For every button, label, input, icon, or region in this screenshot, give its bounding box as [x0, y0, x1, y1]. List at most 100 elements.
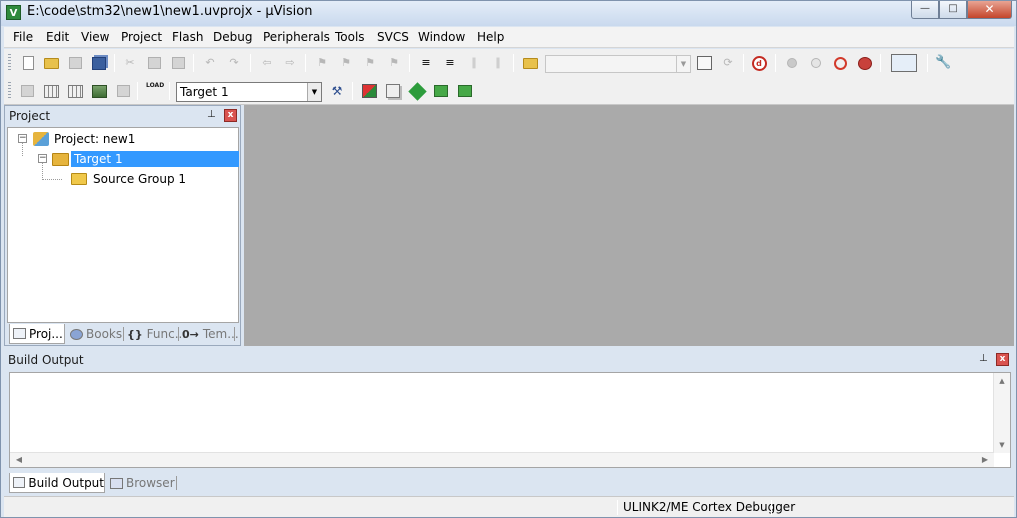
close-icon[interactable]: x: [996, 353, 1009, 366]
project-tree: − Project: new1 − Target 1 Source Group …: [7, 127, 239, 323]
build-output-title: Build Output: [8, 353, 84, 367]
debug-session-icon[interactable]: d: [750, 54, 768, 72]
bookmark-clear-icon[interactable]: ⚑: [385, 54, 403, 72]
horizontal-scrollbar[interactable]: ◀ ▶: [10, 452, 994, 467]
chevron-down-icon[interactable]: ▼: [307, 83, 321, 101]
toolbar-grip[interactable]: [8, 54, 11, 72]
vertical-scrollbar[interactable]: ▲ ▼: [993, 373, 1010, 453]
breakpoint-disable-icon[interactable]: [831, 54, 849, 72]
scroll-right-icon[interactable]: ▶: [977, 453, 993, 467]
comment-icon[interactable]: ∥: [465, 54, 483, 72]
pin-icon[interactable]: ⊥: [979, 353, 988, 364]
uvision-app-icon[interactable]: V: [6, 5, 21, 20]
status-bar: ULINK2/ME Cortex Debugger: [4, 496, 1014, 517]
window-view-icon[interactable]: [886, 52, 922, 74]
toolbar-grip[interactable]: [8, 82, 11, 100]
tree-connector: [22, 142, 23, 156]
tree-expander[interactable]: −: [18, 134, 27, 143]
toolbar-separator: [137, 82, 138, 100]
stop-build-icon[interactable]: [114, 82, 132, 100]
configure-icon[interactable]: 🔧: [933, 54, 951, 72]
build-output-text[interactable]: ▲ ▼ ◀ ▶: [9, 372, 1011, 468]
select-device-icon[interactable]: [456, 82, 474, 100]
new-file-icon[interactable]: [19, 54, 37, 72]
uncomment-icon[interactable]: ∥: [489, 54, 507, 72]
bookmark-prev-icon[interactable]: ⚑: [337, 54, 355, 72]
menu-peripherals[interactable]: Peripherals: [263, 30, 330, 44]
find-in-files-icon[interactable]: [521, 54, 539, 72]
rebuild-icon[interactable]: [66, 82, 84, 100]
bookmark-next-icon[interactable]: ⚑: [361, 54, 379, 72]
build-output-tabs: Build Output Browser: [9, 473, 1011, 493]
pack-installer-icon[interactable]: [432, 82, 450, 100]
maximize-button[interactable]: □: [939, 1, 967, 19]
nav-forward-icon[interactable]: ⇨: [281, 54, 299, 72]
pin-icon[interactable]: ⊥: [207, 109, 216, 120]
tree-item-source-group[interactable]: Source Group 1: [71, 170, 186, 188]
breakpoint-enable-icon[interactable]: [807, 54, 825, 72]
copy-icon[interactable]: [145, 54, 163, 72]
target-options-icon[interactable]: ⚒: [328, 82, 346, 100]
toolbar-separator: [775, 54, 776, 72]
nav-back-icon[interactable]: ⇦: [258, 54, 276, 72]
scroll-up-icon[interactable]: ▲: [994, 374, 1010, 388]
target-select[interactable]: Target 1 ▼: [176, 82, 322, 102]
unindent-icon[interactable]: ≡: [441, 54, 459, 72]
close-button[interactable]: ✕: [967, 1, 1012, 19]
functions-tab-icon: {}: [127, 327, 143, 341]
redo-icon[interactable]: ↷: [225, 54, 243, 72]
file-toolbar: ✂ ↶ ↷ ⇦ ⇨ ⚑ ⚑ ⚑ ⚑ ≡ ≡ ∥ ∥ ▼ ⟳ d 🔧: [4, 49, 1014, 77]
breakpoint-kill-icon[interactable]: [856, 54, 874, 72]
download-icon[interactable]: LOAD: [145, 82, 164, 100]
toolbar-separator: [352, 82, 353, 100]
menu-view[interactable]: View: [81, 30, 109, 44]
menu-project[interactable]: Project: [121, 30, 162, 44]
open-folder-icon[interactable]: [42, 54, 60, 72]
indent-icon[interactable]: ≡: [417, 54, 435, 72]
tab-project[interactable]: Proj...: [9, 324, 65, 344]
tree-expander[interactable]: −: [38, 154, 47, 163]
tab-browser[interactable]: Browser: [107, 473, 175, 493]
scroll-left-icon[interactable]: ◀: [11, 453, 27, 467]
build-toolbar: LOAD Target 1 ▼ ⚒: [4, 77, 1014, 105]
tab-build-output[interactable]: Build Output: [9, 473, 105, 493]
tab-functions[interactable]: {} Func...: [124, 324, 186, 344]
menu-help[interactable]: Help: [477, 30, 504, 44]
tree-item-target[interactable]: Target 1: [52, 150, 239, 168]
toolbar-separator: [513, 54, 514, 72]
close-icon[interactable]: x: [224, 109, 237, 122]
menu-file[interactable]: File: [13, 30, 33, 44]
minimize-button[interactable]: —: [911, 1, 939, 19]
menu-debug[interactable]: Debug: [213, 30, 252, 44]
menu-edit[interactable]: Edit: [46, 30, 69, 44]
paste-icon[interactable]: [169, 54, 187, 72]
tree-item-label: Project: new1: [54, 132, 136, 146]
run-time-environment-icon[interactable]: [407, 81, 427, 101]
toolbar-separator: [114, 54, 115, 72]
editor-area[interactable]: [244, 105, 1014, 346]
tree-item-project[interactable]: Project: new1: [33, 130, 135, 148]
cut-icon[interactable]: ✂: [121, 54, 139, 72]
build-icon[interactable]: [42, 82, 60, 100]
tab-books[interactable]: Books: [67, 324, 123, 344]
menu-svcs[interactable]: SVCS: [377, 30, 409, 44]
bookmark-icon[interactable]: ⚑: [313, 54, 331, 72]
translate-icon[interactable]: [18, 82, 36, 100]
debugger-status: ULINK2/ME Cortex Debugger: [623, 500, 796, 514]
save-all-icon[interactable]: [90, 54, 108, 72]
breakpoint-insert-icon[interactable]: [783, 54, 801, 72]
chevron-down-icon[interactable]: ▼: [676, 56, 690, 72]
incremental-find-icon[interactable]: ⟳: [719, 54, 737, 72]
find-icon[interactable]: [695, 54, 713, 72]
batch-build-icon[interactable]: [90, 82, 108, 100]
save-icon[interactable]: [66, 54, 84, 72]
manage-components-icon[interactable]: [360, 82, 378, 100]
file-extensions-icon[interactable]: [384, 82, 402, 100]
undo-icon[interactable]: ↶: [201, 54, 219, 72]
menu-tools[interactable]: Tools: [335, 30, 365, 44]
menu-window[interactable]: Window: [418, 30, 465, 44]
tab-templates[interactable]: 0→ Tem...: [179, 324, 239, 344]
scroll-down-icon[interactable]: ▼: [994, 438, 1010, 452]
menu-flash[interactable]: Flash: [172, 30, 203, 44]
find-combo[interactable]: ▼: [545, 55, 691, 73]
